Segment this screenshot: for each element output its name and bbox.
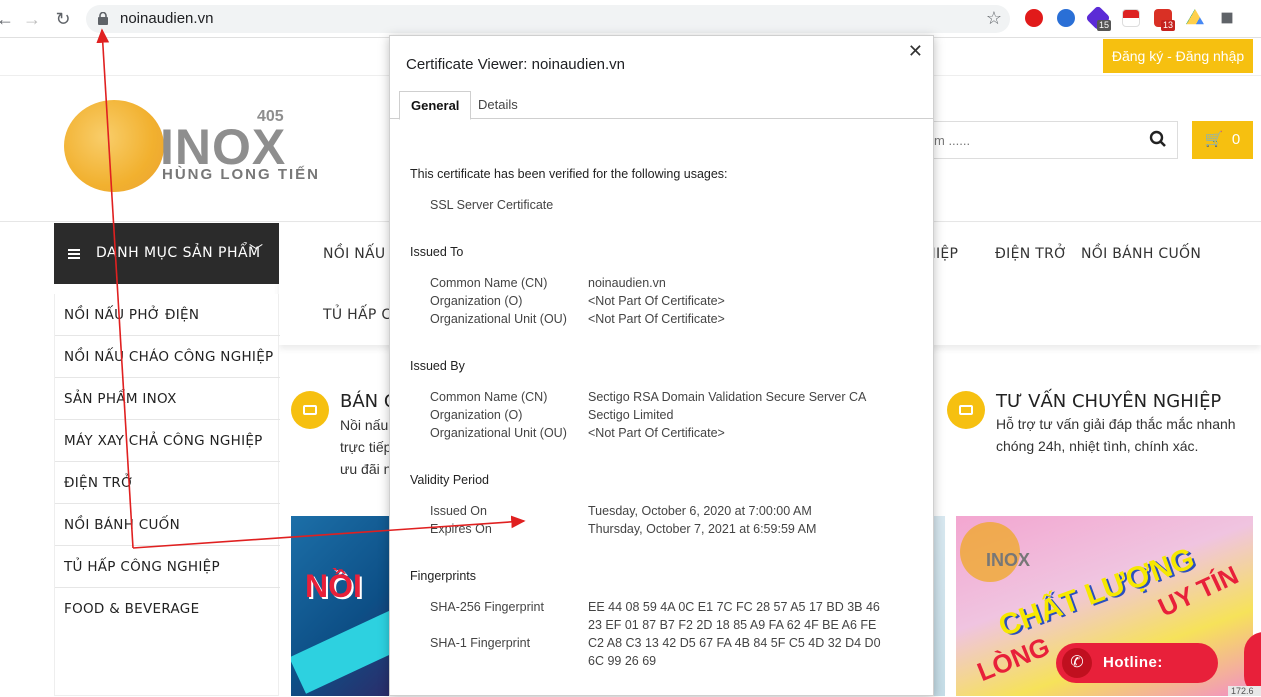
browser-toolbar: ← → ↻ noinaudien.vn ☆ 15 13 bbox=[0, 0, 1261, 38]
field-value: Tuesday, October 6, 2020 at 7:00:00 AM bbox=[588, 504, 812, 518]
cart-icon: 🛒 bbox=[1204, 131, 1224, 148]
briefcase-icon bbox=[291, 391, 329, 429]
briefcase-icon bbox=[947, 391, 985, 429]
section-heading: Validity Period bbox=[410, 473, 489, 487]
drive-icon[interactable] bbox=[1186, 9, 1204, 25]
section-heading: Issued To bbox=[410, 245, 464, 259]
section-heading: Fingerprints bbox=[410, 569, 476, 583]
category-header-label: DANH MỤC SẢN PHẨM bbox=[96, 245, 261, 261]
globe-logo-icon bbox=[64, 100, 164, 192]
hotline-button[interactable]: ✆ Hotline: bbox=[1056, 643, 1218, 683]
nav-item-noi-banh-cuon[interactable]: NỒI BÁNH CUỐN bbox=[1081, 246, 1201, 262]
field-value: Thursday, October 7, 2021 at 6:59:59 AM bbox=[588, 522, 817, 536]
field-value: C2 A8 C3 13 42 D5 67 FA 4B 84 5F C5 4D 3… bbox=[588, 636, 881, 650]
opera-red-icon[interactable] bbox=[1025, 9, 1043, 27]
field-value: <Not Part Of Certificate> bbox=[588, 312, 725, 326]
field-value: Sectigo RSA Domain Validation Secure Ser… bbox=[588, 390, 867, 404]
phone-icon: ✆ bbox=[1062, 648, 1092, 678]
field-label: Organizational Unit (OU) bbox=[430, 312, 567, 326]
field-value: <Not Part Of Certificate> bbox=[588, 426, 725, 440]
category-item[interactable]: TỦ HẤP CÔNG NGHIỆP bbox=[55, 546, 280, 588]
field-label: SHA-1 Fingerprint bbox=[430, 636, 531, 650]
cart-count: 0 bbox=[1231, 131, 1241, 148]
nav-item-dien-tro[interactable]: ĐIỆN TRỞ bbox=[995, 246, 1067, 262]
category-item[interactable]: NỒI BÁNH CUỐN bbox=[55, 504, 280, 546]
feature-desc: Nồi nấu bbox=[340, 417, 389, 433]
banner-text: NỒI bbox=[305, 568, 362, 604]
certificate-viewer-dialog: Certificate Viewer: noinaudien.vn ✕ Gene… bbox=[389, 35, 934, 696]
lock-icon[interactable] bbox=[98, 12, 108, 25]
hotline-label: Hotline: bbox=[1103, 654, 1163, 671]
address-bar[interactable]: noinaudien.vn ☆ bbox=[86, 5, 1010, 33]
tab-details[interactable]: Details bbox=[467, 91, 529, 120]
tab-bar: General Details bbox=[390, 91, 933, 120]
feature-desc: chóng 24h, nhiệt tình, chính xác. bbox=[996, 438, 1199, 454]
back-icon[interactable]: ← bbox=[0, 8, 16, 30]
feature-desc: ưu đãi n bbox=[340, 461, 392, 477]
field-label: Common Name (CN) bbox=[430, 390, 548, 404]
category-item[interactable]: FOOD & BEVERAGE bbox=[55, 588, 280, 630]
login-register-button[interactable]: Đăng ký - Đăng nhập bbox=[1103, 39, 1253, 73]
gmail-badge: 13 bbox=[1161, 20, 1176, 31]
field-label: Organization (O) bbox=[430, 408, 523, 422]
category-item[interactable]: MÁY XAY CHẢ CÔNG NGHIỆP bbox=[55, 420, 280, 462]
chevron-down-icon: ﹀ bbox=[249, 243, 263, 259]
dialog-title: Certificate Viewer: noinaudien.vn bbox=[406, 56, 626, 73]
section-heading: Issued By bbox=[410, 359, 465, 373]
category-item[interactable]: NỒI NẤU PHỞ ĐIỆN bbox=[55, 294, 280, 336]
category-item[interactable]: NỒI NẤU CHÁO CÔNG NGHIỆP bbox=[55, 336, 280, 378]
feature-desc: Hỗ trợ tư vấn giải đáp thắc mắc nhanh bbox=[996, 416, 1236, 432]
category-menu-header[interactable]: DANH MỤC SẢN PHẨM ﹀ bbox=[54, 223, 279, 284]
field-label: Common Name (CN) bbox=[430, 276, 548, 290]
certificate-content: This certificate has been verified for t… bbox=[390, 120, 933, 697]
forward-icon[interactable]: → bbox=[21, 8, 43, 30]
field-value: <Not Part Of Certificate> bbox=[588, 294, 725, 308]
bookmark-star-icon[interactable]: ☆ bbox=[986, 8, 1002, 29]
field-value: Sectigo Limited bbox=[588, 408, 674, 422]
search-input[interactable]: m ...... bbox=[934, 121, 1178, 159]
field-label: Issued On bbox=[430, 504, 487, 518]
verified-text: This certificate has been verified for t… bbox=[410, 167, 728, 181]
category-list: NỒI NẤU PHỞ ĐIỆN NỒI NẤU CHÁO CÔNG NGHIỆ… bbox=[54, 294, 280, 696]
banner-logo: INOX bbox=[986, 550, 1031, 570]
tab-general[interactable]: General bbox=[399, 91, 472, 120]
cart-button[interactable]: 🛒 0 bbox=[1192, 121, 1253, 159]
field-label: Organizational Unit (OU) bbox=[430, 426, 567, 440]
logo-subtitle: HÙNG LONG TIẾN bbox=[162, 166, 320, 183]
category-item[interactable]: SẢN PHẨM INOX bbox=[55, 378, 280, 420]
field-value: noinaudien.vn bbox=[588, 276, 666, 290]
feature-desc: trực tiếp bbox=[340, 439, 392, 455]
reload-icon[interactable]: ↻ bbox=[52, 8, 74, 30]
flag-icon[interactable] bbox=[1122, 9, 1140, 27]
field-label: SHA-256 Fingerprint bbox=[430, 600, 544, 614]
field-value: 6C 99 26 69 bbox=[588, 654, 657, 668]
field-value: EE 44 08 59 4A 0C E1 7C FC 28 57 A5 17 B… bbox=[588, 600, 880, 614]
logo-number: 405 bbox=[257, 108, 284, 125]
field-label: Expires On bbox=[430, 522, 492, 536]
feature-title: TƯ VẤN CHUYÊN NGHIỆP bbox=[996, 391, 1222, 412]
hamburger-icon bbox=[68, 249, 80, 259]
field-label: Organization (O) bbox=[430, 294, 523, 308]
extension-badge: 15 bbox=[1097, 20, 1112, 31]
usage-text: SSL Server Certificate bbox=[430, 198, 554, 212]
product-banner[interactable]: NỒI bbox=[291, 516, 391, 696]
corner-tag: 172.6 bbox=[1228, 686, 1261, 696]
banner-stripe bbox=[291, 598, 391, 694]
url-text: noinaudien.vn bbox=[120, 10, 214, 27]
field-value: 23 EF 01 87 B7 F2 2D 18 85 A9 FA 62 4F B… bbox=[588, 618, 877, 632]
search-icon[interactable] bbox=[1149, 130, 1167, 148]
close-icon[interactable]: ✕ bbox=[908, 41, 923, 62]
product-banner[interactable] bbox=[933, 516, 945, 696]
category-item[interactable]: ĐIỆN TRỞ bbox=[55, 462, 280, 504]
extensions-icon[interactable] bbox=[1221, 12, 1233, 24]
search-placeholder: m ...... bbox=[934, 133, 971, 148]
ip-icon[interactable] bbox=[1057, 9, 1075, 27]
